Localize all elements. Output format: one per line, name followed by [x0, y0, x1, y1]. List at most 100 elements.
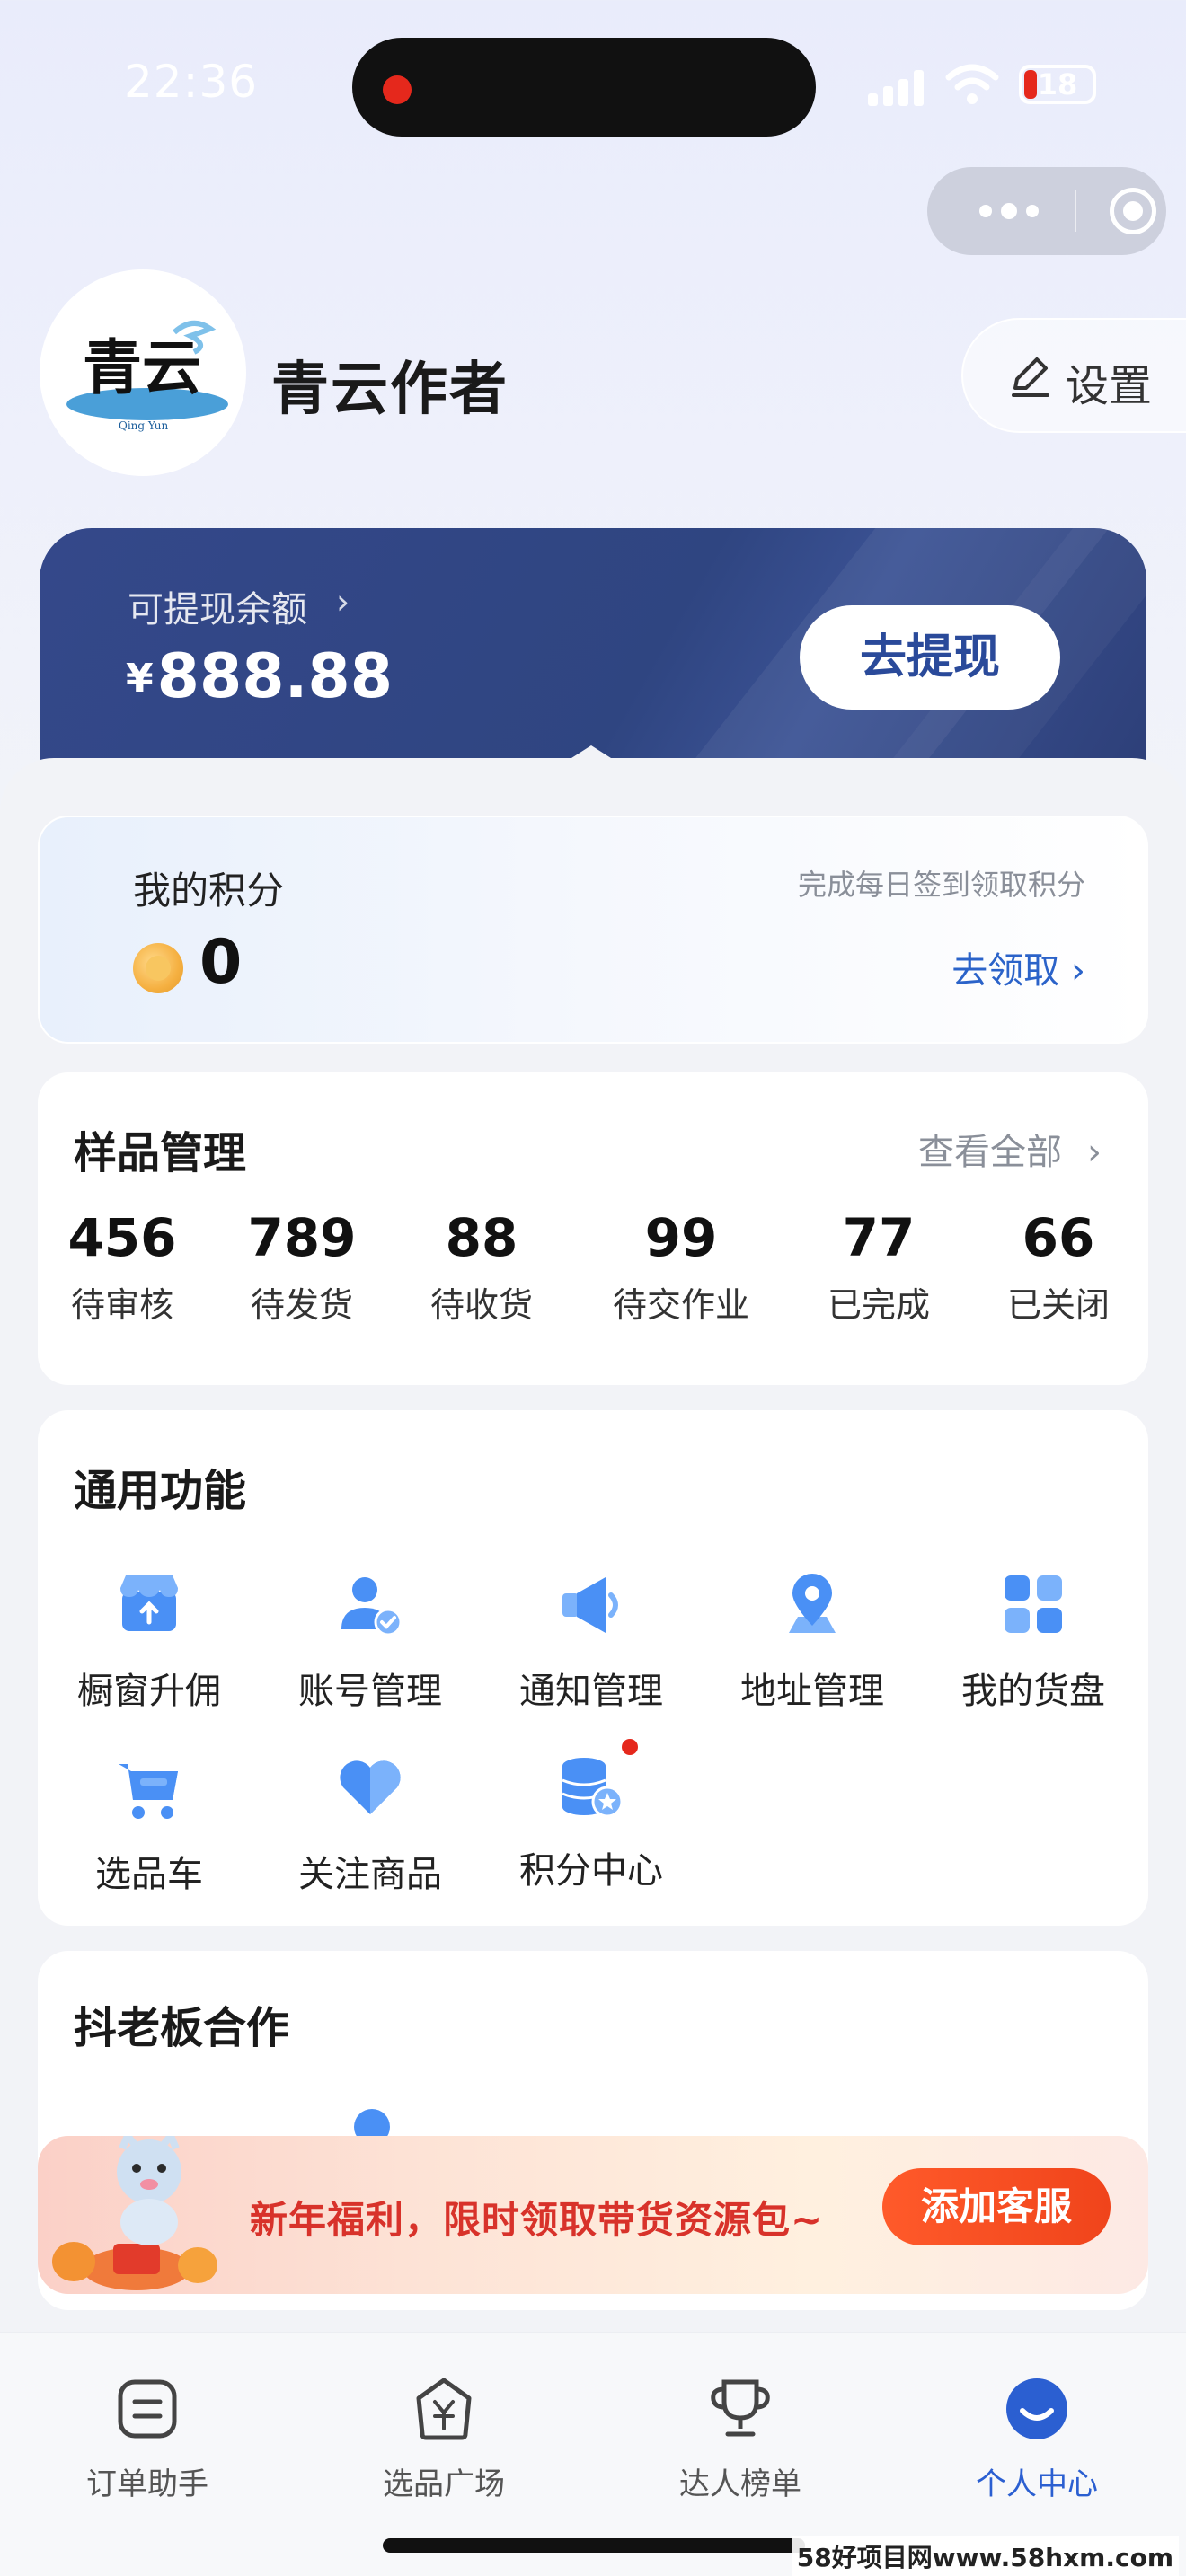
user-check-icon — [341, 1577, 403, 1636]
stat-label: 待收货 — [429, 1285, 533, 1325]
miniprogram-capsule[interactable] — [927, 167, 1166, 255]
stat-label: 已关闭 — [1006, 1285, 1110, 1325]
status-time: 22:36 — [124, 56, 259, 108]
storefront-icon — [120, 1575, 178, 1631]
withdraw-button[interactable]: 去提现 — [800, 605, 1060, 710]
function-label: 我的货盘 — [961, 1671, 1105, 1712]
settings-button[interactable]: 设置 — [961, 318, 1186, 433]
claim-points-link[interactable]: 去领取 › — [951, 941, 1085, 993]
stat-count: 789 — [247, 1207, 357, 1268]
function-notification-management[interactable]: 通知管理 — [501, 1568, 681, 1714]
view-all-label: 查看全部 — [918, 1132, 1062, 1173]
settings-label: 设置 — [1066, 361, 1153, 411]
stat-label: 待交作业 — [612, 1285, 749, 1325]
watermark: 58好项目网www.58hxm.com — [791, 2536, 1179, 2576]
currency-symbol: ¥ — [126, 656, 154, 701]
add-customer-service-button[interactable]: 添加客服 — [882, 2168, 1111, 2245]
samples-title: 样品管理 — [74, 1128, 247, 1178]
function-points-center[interactable]: 积分中心 — [501, 1739, 681, 1893]
tab-talent-ranking[interactable]: 达人榜单 — [651, 2375, 830, 2503]
function-label: 选品车 — [95, 1854, 203, 1895]
home-indicator[interactable] — [383, 2538, 805, 2553]
stat-pending-receive[interactable]: 88 待收货 — [392, 1207, 571, 1327]
battery-percent: 18 — [1037, 67, 1078, 101]
chevron-right-icon[interactable]: › — [336, 582, 350, 622]
yen-tag-icon — [416, 2378, 472, 2440]
stat-label: 待审核 — [70, 1285, 173, 1325]
coin-icon — [133, 943, 183, 993]
stat-count: 456 — [67, 1207, 177, 1268]
balance-card: 可提现余额 › ¥888.88 去提现 — [40, 528, 1146, 781]
stat-count: 88 — [445, 1207, 518, 1268]
avatar[interactable]: 青云 Qing Yun — [40, 269, 246, 476]
profile-nickname: 青云作者 — [271, 357, 509, 423]
dynamic-island — [352, 38, 816, 137]
sheet-pointer — [571, 745, 611, 772]
stat-count: 99 — [644, 1207, 718, 1268]
view-all-link[interactable]: 查看全部 › — [918, 1123, 1102, 1175]
avatar-logo-subtext: Qing Yun — [119, 419, 169, 432]
function-label: 积分中心 — [519, 1850, 663, 1892]
stat-label: 待发货 — [250, 1285, 353, 1325]
megaphone-icon — [562, 1577, 618, 1633]
avatar-logo-text: 青云 — [83, 332, 201, 402]
balance-value: 888.88 — [156, 641, 394, 712]
cart-icon — [119, 1764, 178, 1819]
stat-pending-homework[interactable]: 99 待交作业 — [591, 1207, 771, 1327]
coin-stack-icon — [562, 1758, 624, 1818]
stat-pending-review[interactable]: 456 待审核 — [32, 1207, 212, 1327]
qingyun-logo-icon: 青云 Qing Yun — [66, 321, 228, 432]
function-label: 橱窗升佣 — [77, 1671, 221, 1712]
points-card: 我的积分 0 完成每日签到领取积分 去领取 › — [38, 816, 1148, 1044]
tab-order-assistant[interactable]: 订单助手 — [58, 2375, 237, 2503]
recording-dot-icon — [383, 75, 412, 104]
trophy-icon — [711, 2379, 770, 2437]
function-selection-cart[interactable]: 选品车 — [59, 1751, 239, 1897]
stat-label: 已完成 — [827, 1285, 930, 1325]
mascot-gift-icon — [52, 2136, 217, 2290]
heart-icon — [340, 1760, 401, 1814]
grid-icon — [1005, 1575, 1062, 1633]
function-my-inventory[interactable]: 我的货盘 — [943, 1568, 1123, 1714]
balance-label[interactable]: 可提现余额 — [128, 580, 307, 632]
balance-amount: ¥888.88 — [126, 641, 393, 712]
stat-count: 77 — [842, 1207, 916, 1268]
cellular-signal-icon — [868, 70, 925, 106]
general-functions-card: 通用功能 橱窗升佣 账号管理 通知管理 地址管理 我的货盘 选品车 关注商品 积… — [38, 1410, 1148, 1926]
points-center-icon-wrap — [555, 1739, 638, 1823]
stat-pending-ship[interactable]: 789 待发货 — [212, 1207, 392, 1327]
promo-banner[interactable]: 新年福利，限时领取带货资源包~ 添加客服 — [38, 2136, 1148, 2294]
tab-label: 选品广场 — [383, 2466, 505, 2502]
function-address-management[interactable]: 地址管理 — [722, 1568, 902, 1714]
order-icon — [118, 2379, 177, 2439]
functions-title: 通用功能 — [74, 1466, 247, 1516]
promo-text: 新年福利，限时领取带货资源包~ — [250, 2198, 824, 2242]
tab-label: 个人中心 — [976, 2466, 1098, 2502]
close-miniprogram-icon[interactable] — [1110, 188, 1156, 234]
cooperation-title: 抖老板合作 — [74, 2003, 290, 2053]
stat-count: 66 — [1022, 1207, 1095, 1268]
tab-personal-center[interactable]: 个人中心 — [947, 2375, 1127, 2503]
function-label: 通知管理 — [519, 1671, 663, 1712]
function-followed-products[interactable]: 关注商品 — [280, 1751, 460, 1897]
more-options-icon[interactable] — [979, 201, 1039, 221]
tab-label: 订单助手 — [86, 2466, 208, 2502]
points-hint: 完成每日签到领取积分 — [797, 868, 1085, 902]
sample-management-card: 样品管理 查看全部 › 456 待审核 789 待发货 88 待收货 99 待交作业 77… — [38, 1072, 1148, 1385]
edit-pencil-icon — [1012, 357, 1049, 397]
function-label: 关注商品 — [298, 1854, 442, 1895]
function-storefront-commission[interactable]: 橱窗升佣 — [59, 1568, 239, 1714]
function-account-management[interactable]: 账号管理 — [280, 1568, 460, 1714]
tab-product-plaza[interactable]: 选品广场 — [354, 2375, 534, 2503]
tab-label: 达人榜单 — [679, 2466, 801, 2502]
stat-closed[interactable]: 66 已关闭 — [969, 1207, 1148, 1327]
function-label: 地址管理 — [740, 1671, 884, 1712]
chevron-right-icon: › — [1087, 1132, 1102, 1173]
stat-completed[interactable]: 77 已完成 — [789, 1207, 969, 1327]
capsule-divider — [1075, 190, 1076, 232]
battery-indicator: 18 — [1019, 65, 1096, 104]
profile-smile-icon — [1006, 2378, 1067, 2439]
location-pin-icon — [789, 1574, 836, 1633]
wifi-icon — [945, 64, 999, 104]
function-label: 账号管理 — [298, 1671, 442, 1712]
